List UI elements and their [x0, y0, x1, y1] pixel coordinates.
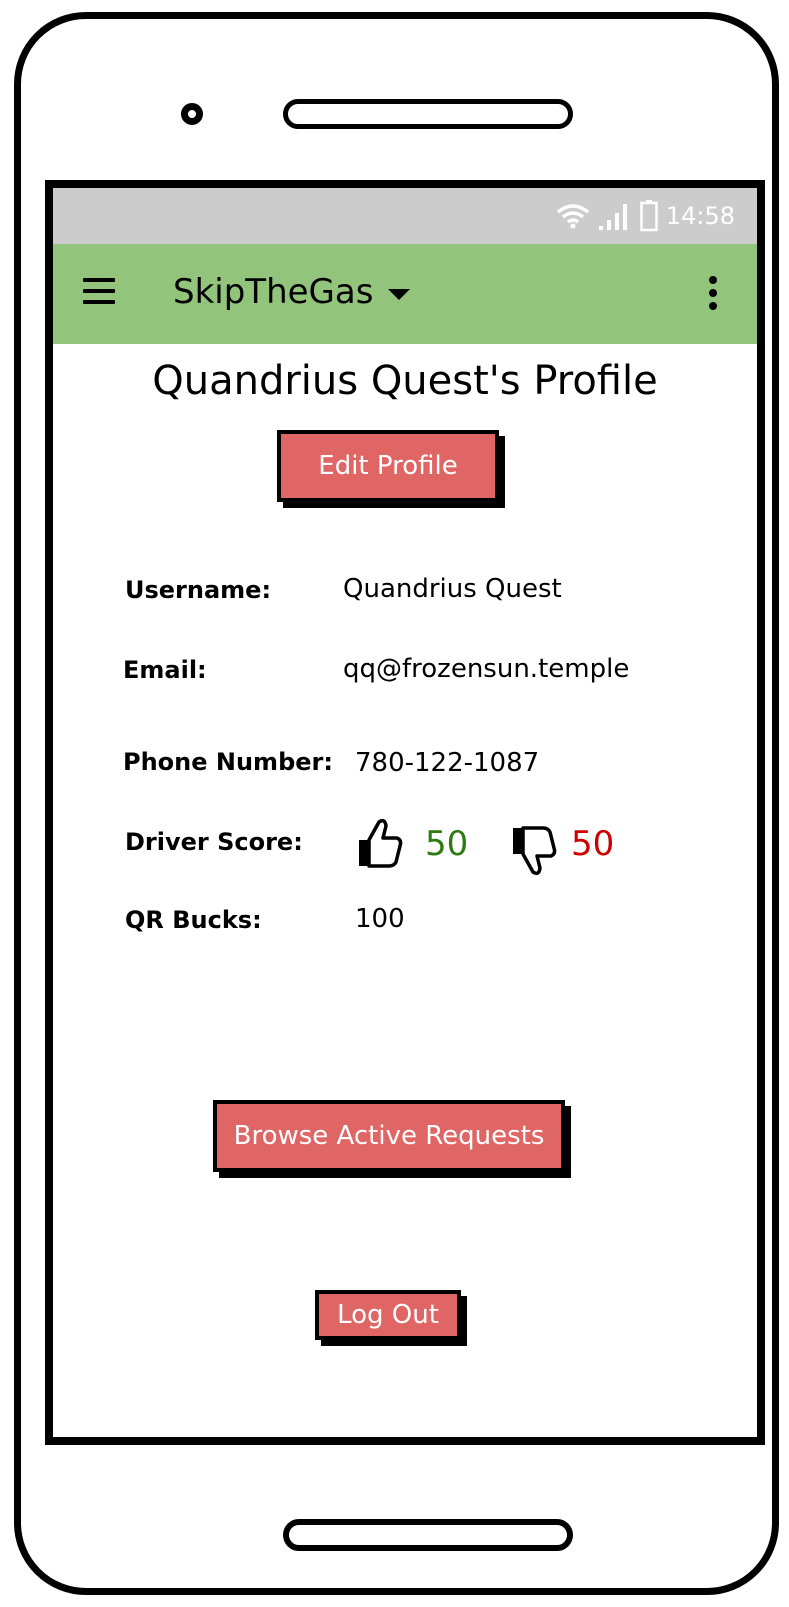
thumbs-up-score: 50 [425, 824, 469, 864]
speaker-grille [283, 99, 573, 129]
status-time: 14:58 [665, 202, 735, 230]
chevron-down-icon[interactable] [388, 289, 410, 300]
signal-icon [598, 204, 627, 230]
phone-screen: 14:58 SkipTheGas Quandrius Quest's Profi… [45, 180, 765, 1445]
wifi-icon [556, 204, 589, 229]
thumbs-down-icon [513, 826, 557, 876]
home-button [283, 1519, 573, 1551]
hamburger-icon[interactable] [83, 278, 115, 304]
app-title[interactable]: SkipTheGas [173, 272, 373, 312]
username-value: Quandrius Quest [343, 574, 562, 604]
qr-bucks-value: 100 [355, 904, 405, 934]
more-vert-icon[interactable] [709, 276, 719, 315]
browse-active-requests-button[interactable]: Browse Active Requests [213, 1100, 565, 1172]
username-label: Username: [125, 576, 272, 604]
camera-icon [181, 103, 203, 125]
phone-label: Phone Number: [123, 748, 333, 776]
status-icons: 14:58 [556, 200, 735, 232]
app-bar: SkipTheGas [53, 244, 757, 344]
status-bar: 14:58 [53, 188, 757, 244]
phone-value: 780-122-1087 [355, 748, 540, 778]
email-value: qq@frozensun.temple [343, 654, 630, 684]
qr-bucks-label: QR Bucks: [125, 906, 262, 934]
thumbs-up-icon [359, 818, 403, 868]
thumbs-down-score: 50 [571, 824, 615, 864]
driver-score-label: Driver Score: [125, 828, 303, 856]
battery-icon [640, 200, 658, 232]
log-out-button[interactable]: Log Out [315, 1290, 461, 1340]
email-label: Email: [123, 656, 207, 684]
page-title: Quandrius Quest's Profile [152, 358, 658, 404]
edit-profile-button[interactable]: Edit Profile [277, 430, 499, 502]
